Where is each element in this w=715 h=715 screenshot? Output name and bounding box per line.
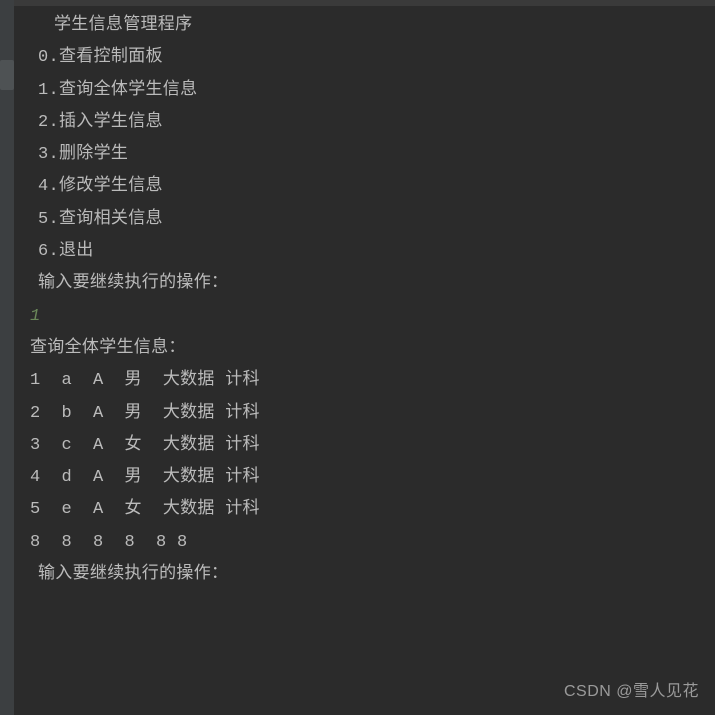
input-prompt: 输入要继续执行的操作： xyxy=(30,268,715,300)
menu-item: 4.修改学生信息 xyxy=(30,171,715,203)
menu-item: 5.查询相关信息 xyxy=(30,204,715,236)
user-input[interactable]: 1 xyxy=(30,301,715,333)
console-output: 学生信息管理程序 0.查看控制面板 1.查询全体学生信息 2.插入学生信息 3.… xyxy=(14,6,715,715)
student-record: 1 a A 男 大数据 计科 xyxy=(30,365,715,397)
result-header: 查询全体学生信息： xyxy=(30,333,715,365)
menu-item: 3.删除学生 xyxy=(30,139,715,171)
student-record: 3 c A 女 大数据 计科 xyxy=(30,430,715,462)
menu-item: 2.插入学生信息 xyxy=(30,107,715,139)
student-record: 5 e A 女 大数据 计科 xyxy=(30,494,715,526)
menu-item: 0.查看控制面板 xyxy=(30,42,715,74)
student-record: 8 8 8 8 8 8 xyxy=(30,527,715,559)
program-title: 学生信息管理程序 xyxy=(30,10,715,42)
ide-sidebar xyxy=(0,0,14,715)
student-record: 4 d A 男 大数据 计科 xyxy=(30,462,715,494)
menu-item: 6.退出 xyxy=(30,236,715,268)
watermark: CSDN @雪人见花 xyxy=(564,677,699,701)
student-record: 2 b A 男 大数据 计科 xyxy=(30,398,715,430)
menu-item: 1.查询全体学生信息 xyxy=(30,75,715,107)
input-prompt: 输入要继续执行的操作： xyxy=(30,559,715,591)
sidebar-tab[interactable] xyxy=(0,60,14,90)
